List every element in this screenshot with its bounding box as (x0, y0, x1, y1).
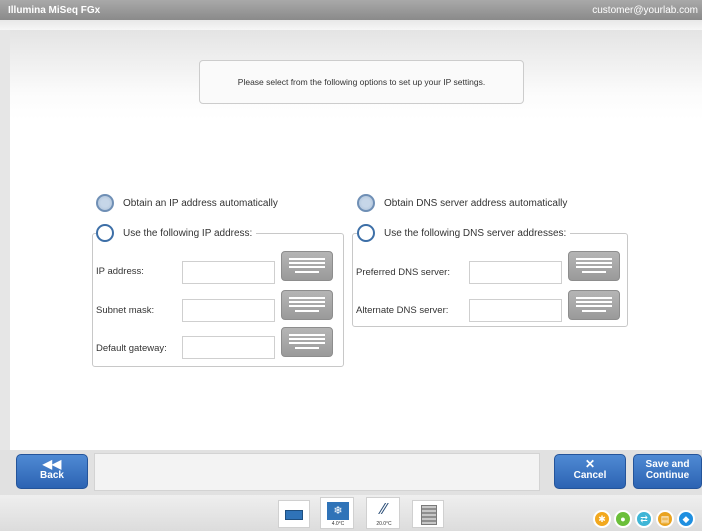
reagent-temp-text: 4.0°C (331, 521, 345, 527)
pipette-icon: ⁄⁄ (381, 501, 387, 518)
ip-address-label: IP address: (96, 266, 144, 277)
radio-unselected-icon[interactable] (96, 224, 114, 242)
ip-use-following-label: Use the following IP address: (123, 227, 253, 239)
close-icon: ✕ (584, 457, 596, 471)
instruction-text: Please select from the following options… (237, 77, 486, 87)
cancel-label: Cancel (573, 470, 607, 481)
radio-selected-icon[interactable] (96, 194, 114, 212)
preferred-dns-input[interactable] (469, 261, 562, 284)
save-and-continue-button[interactable]: Save and Continue (633, 454, 702, 489)
sensor-status-icon[interactable]: ● (614, 510, 632, 528)
dock-storage-item[interactable] (412, 500, 444, 528)
dns-use-following-label: Use the following DNS server addresses: (384, 227, 567, 239)
user-account[interactable]: customer@yourlab.com (592, 5, 698, 16)
default-gateway-input[interactable] (182, 336, 275, 359)
ip-obtain-auto-label: Obtain an IP address automatically (123, 197, 278, 209)
alternate-dns-label: Alternate DNS server: (356, 305, 449, 316)
snowflake-icon: ❄ (327, 502, 349, 520)
preferred-dns-label: Preferred DNS server: (356, 267, 450, 278)
cancel-button[interactable]: ✕ Cancel (554, 454, 626, 489)
save-label-line1: Save and (645, 459, 690, 470)
dns-obtain-auto-label: Obtain DNS server address automatically (384, 197, 568, 209)
dns-use-following-option[interactable]: Use the following DNS server addresses: (357, 224, 571, 242)
instruction-box: Please select from the following options… (199, 60, 524, 104)
subnet-mask-label: Subnet mask: (96, 305, 155, 316)
toolbar-message-area (94, 453, 540, 491)
back-button[interactable]: ◀◀ Back (16, 454, 88, 489)
sub-header-strip (0, 20, 702, 30)
settings-status-icon[interactable]: ✱ (593, 510, 611, 528)
default-gateway-label: Default gateway: (96, 343, 167, 354)
keyboard-icon[interactable] (281, 327, 333, 357)
network-status-icon[interactable]: ⇄ (635, 510, 653, 528)
radio-unselected-icon[interactable] (357, 224, 375, 242)
ip-address-input[interactable] (182, 261, 275, 284)
fluidics-status-icon[interactable]: ◆ (677, 510, 695, 528)
dock-reagent-item[interactable]: ⁄⁄ 20.0°C (366, 497, 400, 529)
back-label: Back (40, 470, 64, 481)
server-icon (421, 505, 437, 525)
keyboard-icon[interactable] (281, 290, 333, 320)
save-label-line2: Continue (645, 470, 690, 481)
page-left-edge (0, 30, 10, 450)
dns-obtain-auto-option[interactable]: Obtain DNS server address automatically (357, 194, 567, 212)
ip-obtain-auto-option[interactable]: Obtain an IP address automatically (96, 194, 278, 212)
rewind-icon: ◀◀ (42, 457, 62, 471)
title-bar: Illumina MiSeq FGx customer@yourlab.com (0, 0, 702, 20)
flowcell-temp-text: 20.0°C (376, 521, 392, 527)
app-title: Illumina MiSeq FGx (8, 4, 101, 16)
subnet-mask-input[interactable] (182, 299, 275, 322)
ip-use-following-option[interactable]: Use the following IP address: (96, 224, 257, 242)
app-window: Illumina MiSeq FGx customer@yourlab.com … (0, 0, 702, 531)
radio-selected-icon[interactable] (357, 194, 375, 212)
keyboard-icon[interactable] (281, 251, 333, 281)
dock-reagent-chiller-item[interactable]: ❄ 4.0°C (320, 497, 354, 529)
dock-flowcell-item[interactable] (278, 500, 310, 528)
alternate-dns-input[interactable] (469, 299, 562, 322)
flowcell-icon (285, 510, 303, 520)
disk-status-icon[interactable]: ▤ (656, 510, 674, 528)
keyboard-icon[interactable] (568, 290, 620, 320)
keyboard-icon[interactable] (568, 251, 620, 281)
